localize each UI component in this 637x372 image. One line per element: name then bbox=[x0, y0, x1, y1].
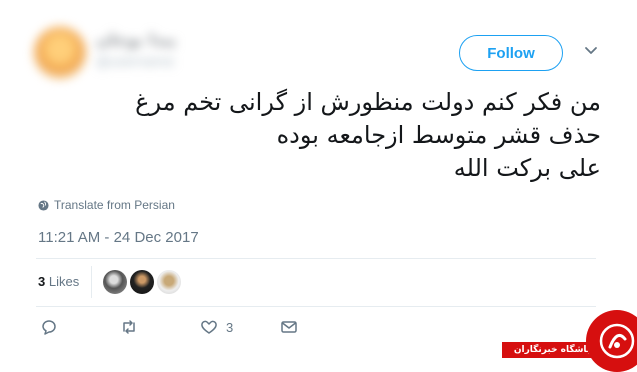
likes-stat[interactable]: 3 Likes bbox=[38, 274, 79, 289]
avatar[interactable] bbox=[34, 27, 86, 79]
translate-label[interactable]: Translate from Persian bbox=[54, 198, 175, 212]
watermark-emblem-icon bbox=[599, 323, 635, 359]
chevron-down-icon[interactable] bbox=[584, 46, 598, 56]
retweet-button[interactable] bbox=[120, 318, 138, 336]
liker-avatar[interactable] bbox=[130, 270, 154, 294]
likes-label: Likes bbox=[48, 274, 80, 289]
timestamp[interactable]: 11:21 AM - 24 Dec 2017 bbox=[38, 229, 199, 246]
watermark-logo bbox=[586, 310, 637, 372]
tweet-line: حذف قشر متوسط ازجامعه بوده bbox=[276, 121, 601, 149]
reply-icon bbox=[42, 320, 56, 335]
tweet-line: علی برکت الله bbox=[453, 154, 601, 182]
tweet-text: من فکر کنم دولت منظورش از گرانی تخم مرغ … bbox=[61, 86, 601, 185]
like-count: 3 bbox=[226, 319, 234, 335]
translate-link[interactable]: Translate from Persian bbox=[38, 198, 175, 212]
liker-avatar[interactable] bbox=[103, 270, 127, 294]
reply-button[interactable] bbox=[40, 318, 58, 336]
divider bbox=[91, 266, 92, 298]
message-button[interactable] bbox=[280, 318, 298, 336]
likes-count: 3 bbox=[38, 274, 46, 289]
liker-avatar[interactable] bbox=[157, 270, 181, 294]
retweet-icon bbox=[123, 320, 135, 334]
envelope-icon bbox=[281, 321, 297, 333]
likers-avatars bbox=[103, 270, 181, 294]
globe-icon bbox=[38, 199, 49, 211]
tweet-line: من فکر کنم دولت منظورش از گرانی تخم مرغ bbox=[135, 88, 601, 116]
like-button[interactable]: 3 bbox=[200, 318, 233, 336]
divider bbox=[36, 258, 596, 259]
heart-icon bbox=[201, 320, 217, 334]
divider bbox=[36, 306, 596, 307]
user-handle[interactable]: @username bbox=[96, 55, 174, 70]
display-name[interactable]: پیدا بوجان bbox=[96, 30, 176, 49]
follow-button[interactable]: Follow bbox=[459, 35, 563, 71]
